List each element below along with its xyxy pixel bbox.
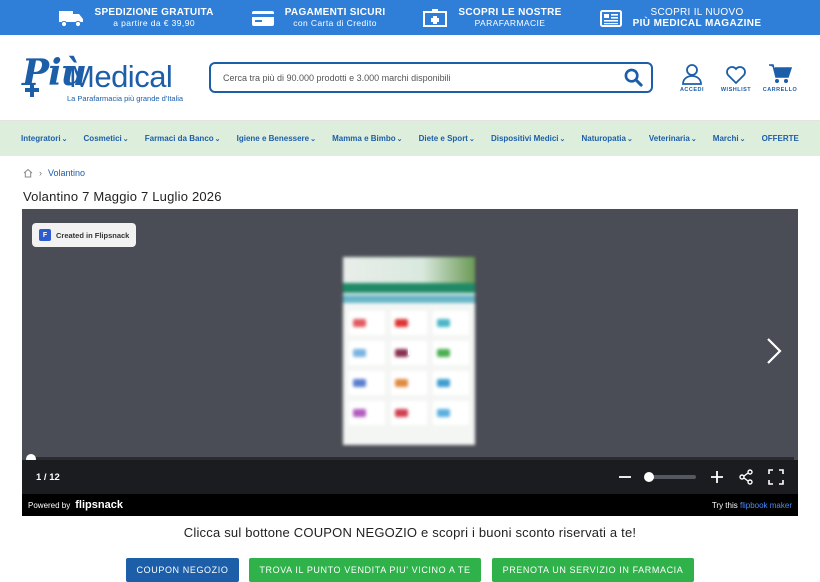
promo-title: SPEDIZIONE GRATUITA	[94, 6, 214, 18]
promo-title: PAGAMENTI SICURI	[284, 6, 386, 18]
promo-subtitle: PARAFARMACIE	[474, 17, 546, 28]
promo-subtitle: con Carta di Credito	[293, 17, 377, 28]
wishlist-label: WISHLIST	[720, 86, 752, 93]
zoom-slider[interactable]	[644, 472, 696, 482]
login-button[interactable]: ACCEDI	[677, 63, 707, 93]
breadcrumb-current[interactable]: Volantino	[48, 168, 85, 178]
search-input[interactable]	[223, 72, 624, 83]
cart-icon	[769, 63, 792, 83]
try-text: Try this	[711, 500, 740, 510]
wishlist-button[interactable]: WISHLIST	[721, 63, 751, 93]
nav-label: Farmaci da Banco	[144, 134, 214, 143]
zoom-out-icon[interactable]	[618, 470, 632, 484]
user-icon	[682, 63, 702, 85]
flipsnack-logo-icon: F	[39, 229, 51, 241]
site-header: Più Medical La Parafarmacia più grande d…	[0, 35, 820, 121]
login-label: ACCEDI	[679, 86, 705, 93]
zoom-handle[interactable]	[644, 472, 654, 482]
coupon-store-button[interactable]: COUPON NEGOZIO	[126, 558, 239, 582]
chevron-down-icon: ⌄	[739, 136, 746, 143]
chevron-down-icon: ⌄	[559, 136, 566, 143]
nav-item-offerte[interactable]: OFFERTE	[762, 134, 799, 143]
chevron-down-icon: ⌄	[468, 136, 475, 143]
player-controls: 1 / 12	[22, 460, 798, 494]
flipsnack-brand[interactable]: flipsnack	[75, 499, 123, 511]
flipbook-maker-link[interactable]: flipbook maker	[740, 501, 792, 510]
credit-card-icon	[251, 10, 274, 26]
next-page-icon[interactable]	[765, 337, 783, 365]
nav-label: Cosmetici	[83, 134, 122, 143]
nav-label: Dispositivi Medici	[490, 134, 559, 143]
nav-label: Veterinaria	[648, 134, 690, 143]
chevron-down-icon: ⌄	[214, 136, 221, 143]
pharmacy-cross-icon	[423, 8, 448, 27]
chevron-down-icon: ⌄	[396, 136, 403, 143]
promo-bar: SPEDIZIONE GRATUITA a partire da € 39,90…	[0, 0, 820, 35]
flipsnack-footer: Powered by flipsnack Try this flipbook m…	[22, 494, 798, 516]
badge-text: Created in Flipsnack	[56, 230, 130, 240]
nav-item-integratori[interactable]: Integratori⌄	[21, 134, 67, 143]
magazine-icon	[599, 9, 622, 27]
promo-shipping[interactable]: SPEDIZIONE GRATUITA a partire da € 39,90	[58, 7, 213, 29]
nav-label: Integratori	[21, 134, 61, 143]
promo-title: SCOPRI IL NUOVO	[650, 6, 744, 18]
chevron-down-icon: ⌄	[690, 136, 697, 143]
chevron-right-icon: ›	[39, 167, 42, 178]
nav-item-mamma-bimbo[interactable]: Mamma e Bimbo⌄	[332, 134, 402, 143]
chevron-down-icon: ⌄	[122, 136, 129, 143]
share-icon[interactable]	[738, 469, 754, 485]
promo-magazine[interactable]: SCOPRI IL NUOVO PIÙ MEDICAL MAGAZINE	[599, 7, 762, 29]
fullscreen-icon[interactable]	[768, 469, 784, 485]
cart-label: CARRELLO	[762, 86, 798, 93]
promo-pharmacies[interactable]: SCOPRI LE NOSTRE PARAFARMACIE	[422, 7, 561, 29]
breadcrumb: › Volantino	[0, 156, 820, 182]
promo-title: SCOPRI LE NOSTRE	[458, 6, 562, 18]
site-logo[interactable]: Più Medical La Parafarmacia più grande d…	[22, 50, 192, 106]
nav-item-cosmetici[interactable]: Cosmetici⌄	[84, 134, 129, 143]
coupon-instructions: Clicca sul bottone COUPON NEGOZIO e scop…	[183, 525, 637, 540]
search-icon[interactable]	[624, 68, 643, 87]
find-store-button[interactable]: TROVA IL PUNTO VENDITA PIU' VICINO A TE	[249, 558, 481, 582]
pause-icon[interactable]: ❙❙❙	[406, 347, 422, 355]
nav-item-marchi[interactable]: Marchi⌄	[713, 134, 746, 143]
nav-label: OFFERTE	[761, 134, 799, 143]
promo-subtitle: PIÙ MEDICAL MAGAZINE	[632, 17, 762, 29]
cart-button[interactable]: CARRELLO	[762, 63, 798, 93]
header-actions: ACCEDI WISHLIST CARRELLO	[677, 63, 798, 93]
page-title: Volantino 7 Maggio 7 Luglio 2026	[23, 189, 222, 204]
nav-item-igiene-benessere[interactable]: Igiene e Benessere⌄	[237, 134, 316, 143]
promo-payments[interactable]: PAGAMENTI SICURI con Carta di Credito	[251, 7, 386, 29]
nav-item-dispositivi-medici[interactable]: Dispositivi Medici⌄	[491, 134, 565, 143]
zoom-in-icon[interactable]	[710, 470, 724, 484]
chevron-down-icon: ⌄	[310, 136, 316, 143]
flipsnack-badge[interactable]: F Created in Flipsnack	[32, 223, 137, 247]
logo-tagline: La Parafarmacia più grande d'Italia	[67, 93, 184, 103]
nav-item-diete-sport[interactable]: Diete e Sport⌄	[419, 134, 475, 143]
cta-buttons: COUPON NEGOZIO TROVA IL PUNTO VENDITA PI…	[0, 558, 820, 582]
nav-label: Naturopatia	[581, 134, 626, 143]
promo-subtitle: a partire da € 39,90	[113, 17, 195, 28]
chevron-down-icon: ⌄	[626, 136, 633, 143]
nav-label: Mamma e Bimbo	[332, 134, 396, 143]
powered-by-text: Powered by	[28, 500, 71, 510]
nav-label: Igiene e Benessere	[236, 134, 310, 143]
heart-icon	[726, 65, 746, 84]
logo-medical: Medical	[69, 58, 173, 94]
book-service-button[interactable]: PRENOTA UN SERVIZIO IN FARMACIA	[492, 558, 694, 582]
search-bar	[209, 62, 653, 93]
page-counter: 1 / 12	[36, 471, 60, 483]
main-nav: Integratori⌄ Cosmetici⌄ Farmaci da Banco…	[0, 121, 820, 156]
nav-item-veterinaria[interactable]: Veterinaria⌄	[649, 134, 697, 143]
nav-item-naturopatia[interactable]: Naturopatia⌄	[581, 134, 632, 143]
nav-label: Diete e Sport	[418, 134, 468, 143]
flipbook-viewer[interactable]: F Created in Flipsnack ❙❙❙ 1 / 12 Powere…	[22, 209, 798, 516]
nav-label: Marchi	[712, 134, 739, 143]
chevron-down-icon: ⌄	[61, 136, 68, 143]
nav-item-farmaci-da-banco[interactable]: Farmaci da Banco⌄	[145, 134, 221, 143]
truck-icon	[59, 10, 84, 27]
try-flipbook-text: Try this flipbook maker	[712, 501, 792, 510]
logo-cross-icon	[25, 82, 39, 97]
home-icon[interactable]	[23, 168, 33, 178]
